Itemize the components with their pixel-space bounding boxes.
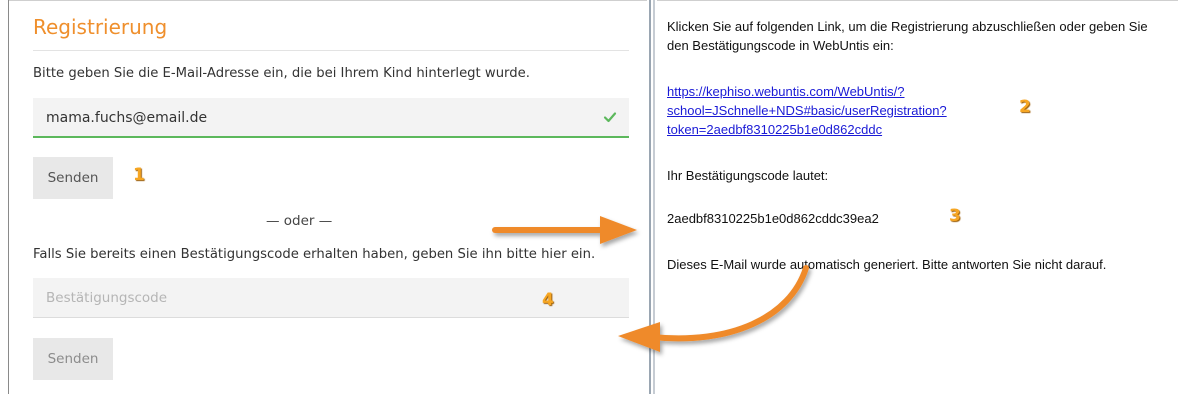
- page-title: Registrierung: [33, 15, 168, 39]
- send-button[interactable]: Senden: [33, 157, 113, 199]
- marker-4: 4: [542, 290, 554, 310]
- registration-link[interactable]: https://kephiso.webuntis.com/WebUntis/? …: [667, 82, 997, 139]
- email-footer: Dieses E-Mail wurde automatisch generier…: [667, 257, 1107, 272]
- code-label: Ihr Bestätigungscode lautet:: [667, 168, 829, 183]
- confirmation-code-placeholder[interactable]: Bestätigungscode: [46, 290, 167, 306]
- left-border: [8, 0, 9, 394]
- marker-2: 2: [1019, 97, 1031, 117]
- email-field[interactable]: mama.fuchs@email.de: [33, 98, 629, 138]
- email-instruction: Bitte geben Sie die E-Mail-Adresse ein, …: [33, 66, 530, 81]
- link-line-3[interactable]: token=2aedbf8310225b1e0d862cddc: [667, 120, 997, 139]
- marker-1: 1: [133, 165, 145, 185]
- arrow-to-email: [492, 216, 637, 244]
- link-line-2[interactable]: school=JSchnelle+NDS#basic/userRegistrat…: [667, 101, 997, 120]
- confirmation-code-field[interactable]: Bestätigungscode: [33, 278, 629, 318]
- title-divider: [33, 50, 629, 51]
- annotation-arrows: [492, 216, 809, 352]
- link-line-1[interactable]: https://kephiso.webuntis.com/WebUntis/?: [667, 82, 997, 101]
- send-code-button[interactable]: Senden: [33, 338, 113, 380]
- or-separator: — oder —: [266, 213, 333, 229]
- top-border: [8, 0, 1178, 1]
- confirmation-code: 2aedbf8310225b1e0d862cddc39ea2: [667, 211, 879, 226]
- panel-divider: [647, 0, 657, 394]
- code-info-text: Falls Sie bereits einen Bestätigungscode…: [33, 247, 596, 262]
- email-value[interactable]: mama.fuchs@email.de: [46, 110, 207, 126]
- marker-3: 3: [949, 206, 961, 226]
- email-intro: Klicken Sie auf folgenden Link, um die R…: [667, 19, 1148, 53]
- screenshot-frame: Registrierung Bitte geben Sie die E-Mail…: [0, 0, 1179, 394]
- check-icon: [603, 112, 617, 123]
